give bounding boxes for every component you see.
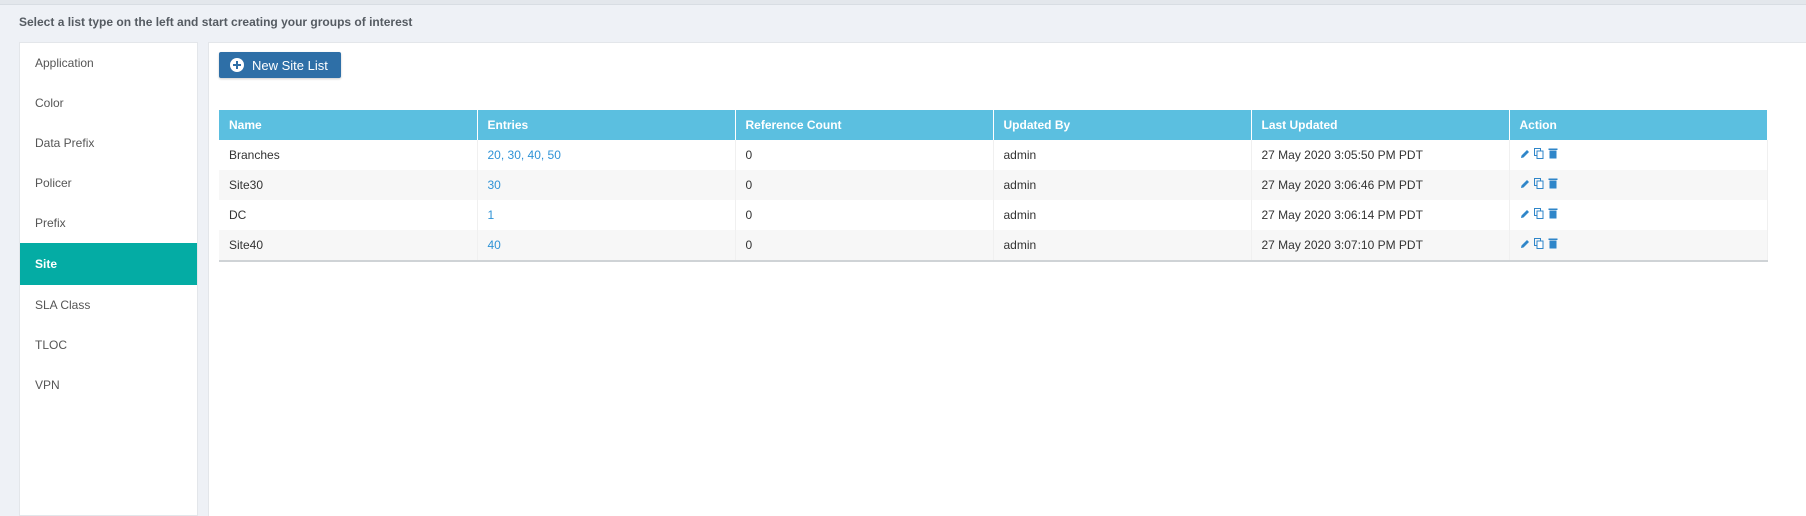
sidebar-item-data-prefix[interactable]: Data Prefix [20, 123, 197, 163]
sidebar-item-policer[interactable]: Policer [20, 163, 197, 203]
table-row: Branches 20, 30, 40, 50 0 admin 27 May 2… [219, 140, 1768, 170]
cell-reference-count: 0 [735, 230, 994, 262]
cell-name: Branches [219, 140, 478, 170]
sidebar-item-application[interactable]: Application [20, 43, 197, 83]
trash-icon[interactable] [1548, 208, 1558, 219]
sidebar-item-site[interactable]: Site [20, 243, 197, 285]
sidebar-item-tloc[interactable]: TLOC [20, 325, 197, 365]
row-actions [1520, 170, 1767, 200]
column-header-action: Action [1509, 110, 1767, 140]
sidebar-item-sla-class[interactable]: SLA Class [20, 285, 197, 325]
cell-updated-by: admin [993, 200, 1252, 230]
cell-reference-count: 0 [735, 170, 994, 200]
pencil-icon[interactable] [1520, 178, 1530, 189]
cell-last-updated: 27 May 2020 3:06:14 PM PDT [1251, 200, 1510, 230]
table-row: Site40 40 0 admin 27 May 2020 3:07:10 PM… [219, 230, 1768, 262]
copy-icon[interactable] [1533, 177, 1544, 189]
row-actions [1520, 140, 1767, 170]
new-site-list-label: New Site List [252, 57, 328, 73]
table-header-row: Name Entries Reference Count Updated By … [219, 110, 1767, 140]
cell-last-updated: 27 May 2020 3:06:46 PM PDT [1251, 170, 1510, 200]
cell-entries-link[interactable]: 1 [488, 208, 495, 222]
main-panel: New Site List Name Entries Reference Cou… [208, 42, 1806, 516]
trash-icon[interactable] [1548, 238, 1558, 249]
copy-icon[interactable] [1533, 237, 1544, 249]
cell-updated-by: admin [993, 140, 1252, 170]
cell-entries-link[interactable]: 20, 30, 40, 50 [488, 148, 561, 162]
list-type-sidebar: Application Color Data Prefix Policer Pr… [19, 42, 198, 516]
pencil-icon[interactable] [1520, 238, 1530, 249]
column-header-name[interactable]: Name [219, 110, 478, 140]
pencil-icon[interactable] [1520, 208, 1530, 219]
cell-name: DC [219, 200, 478, 230]
column-header-updated-by[interactable]: Updated By [993, 110, 1252, 140]
row-actions [1520, 200, 1767, 230]
trash-icon[interactable] [1548, 178, 1558, 189]
sidebar-item-prefix[interactable]: Prefix [20, 203, 197, 243]
column-header-entries[interactable]: Entries [477, 110, 736, 140]
cell-entries-link[interactable]: 30 [488, 178, 501, 192]
column-header-last-updated[interactable]: Last Updated [1251, 110, 1510, 140]
row-actions [1520, 230, 1767, 260]
column-header-reference-count[interactable]: Reference Count [735, 110, 994, 140]
page-instruction: Select a list type on the left and start… [19, 15, 413, 29]
new-site-list-button[interactable]: New Site List [219, 52, 341, 78]
sidebar-item-vpn[interactable]: VPN [20, 365, 197, 405]
cell-reference-count: 0 [735, 200, 994, 230]
top-border [0, 0, 1806, 5]
sidebar-item-color[interactable]: Color [20, 83, 197, 123]
cell-name: Site40 [219, 230, 478, 262]
cell-last-updated: 27 May 2020 3:07:10 PM PDT [1251, 230, 1510, 262]
pencil-icon[interactable] [1520, 148, 1530, 159]
cell-entries-link[interactable]: 40 [488, 238, 501, 252]
plus-circle-icon [230, 58, 244, 72]
cell-updated-by: admin [993, 170, 1252, 200]
cell-last-updated: 27 May 2020 3:05:50 PM PDT [1251, 140, 1510, 170]
trash-icon[interactable] [1548, 148, 1558, 159]
table-row: Site30 30 0 admin 27 May 2020 3:06:46 PM… [219, 170, 1768, 200]
cell-reference-count: 0 [735, 140, 994, 170]
cell-updated-by: admin [993, 230, 1252, 262]
copy-icon[interactable] [1533, 207, 1544, 219]
cell-name: Site30 [219, 170, 478, 200]
site-list-table: Name Entries Reference Count Updated By … [219, 110, 1768, 262]
copy-icon[interactable] [1533, 147, 1544, 159]
table-row: DC 1 0 admin 27 May 2020 3:06:14 PM PDT [219, 200, 1768, 230]
